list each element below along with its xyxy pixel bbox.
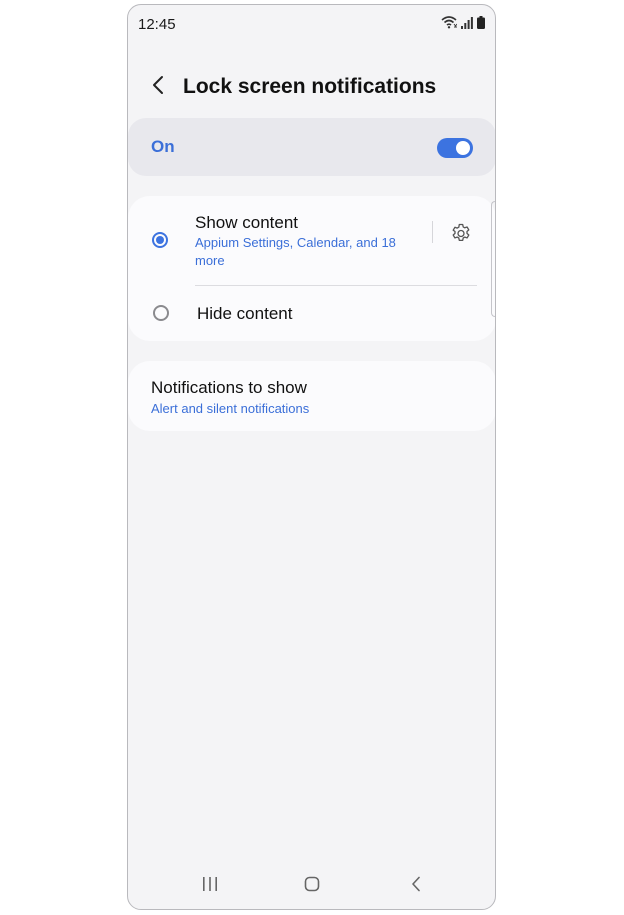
show-content-subtitle: Appium Settings, Calendar, and 18 more — [195, 235, 396, 268]
content-options-card: Show content Appium Settings, Calendar, … — [128, 196, 495, 341]
status-bar: 12:45 — [128, 5, 495, 41]
show-content-radio[interactable] — [152, 232, 168, 248]
signal-icon — [461, 16, 473, 34]
option-hide-content[interactable]: Hide content — [128, 286, 495, 341]
status-time: 12:45 — [138, 16, 176, 33]
back-icon — [152, 75, 164, 100]
master-toggle[interactable] — [437, 138, 473, 158]
notifications-to-show-title: Notifications to show — [151, 378, 307, 397]
notifications-to-show-subtitle: Alert and silent notifications — [151, 401, 310, 416]
nav-back-button[interactable] — [396, 871, 436, 901]
notifications-to-show-row[interactable]: Notifications to show Alert and silent n… — [128, 361, 495, 431]
nav-back-icon — [410, 876, 422, 897]
recents-icon — [202, 876, 218, 897]
gear-icon — [449, 223, 473, 249]
vertical-divider — [432, 221, 433, 243]
page-header: Lock screen notifications — [128, 65, 495, 109]
master-switch-label: On — [151, 137, 175, 156]
phone-screen: 12:45 Lock screen notifications On Show … — [127, 4, 496, 910]
hide-content-radio[interactable] — [153, 305, 169, 321]
home-icon — [304, 876, 320, 897]
show-content-title: Show content — [195, 213, 299, 232]
status-icons — [441, 15, 485, 34]
navigation-bar — [128, 863, 495, 909]
recents-button[interactable] — [190, 871, 230, 901]
hide-content-title: Hide content — [197, 304, 293, 323]
battery-icon — [477, 15, 485, 34]
back-button[interactable] — [144, 73, 172, 101]
scroll-indicator[interactable] — [491, 201, 495, 317]
page-title: Lock screen notifications — [183, 75, 437, 98]
master-switch-row[interactable]: On — [128, 118, 495, 176]
toggle-knob — [456, 141, 470, 155]
wifi-icon — [441, 15, 458, 34]
show-content-settings-button[interactable] — [449, 221, 473, 245]
option-show-content[interactable]: Show content Appium Settings, Calendar, … — [128, 196, 428, 284]
home-button[interactable] — [292, 871, 332, 901]
